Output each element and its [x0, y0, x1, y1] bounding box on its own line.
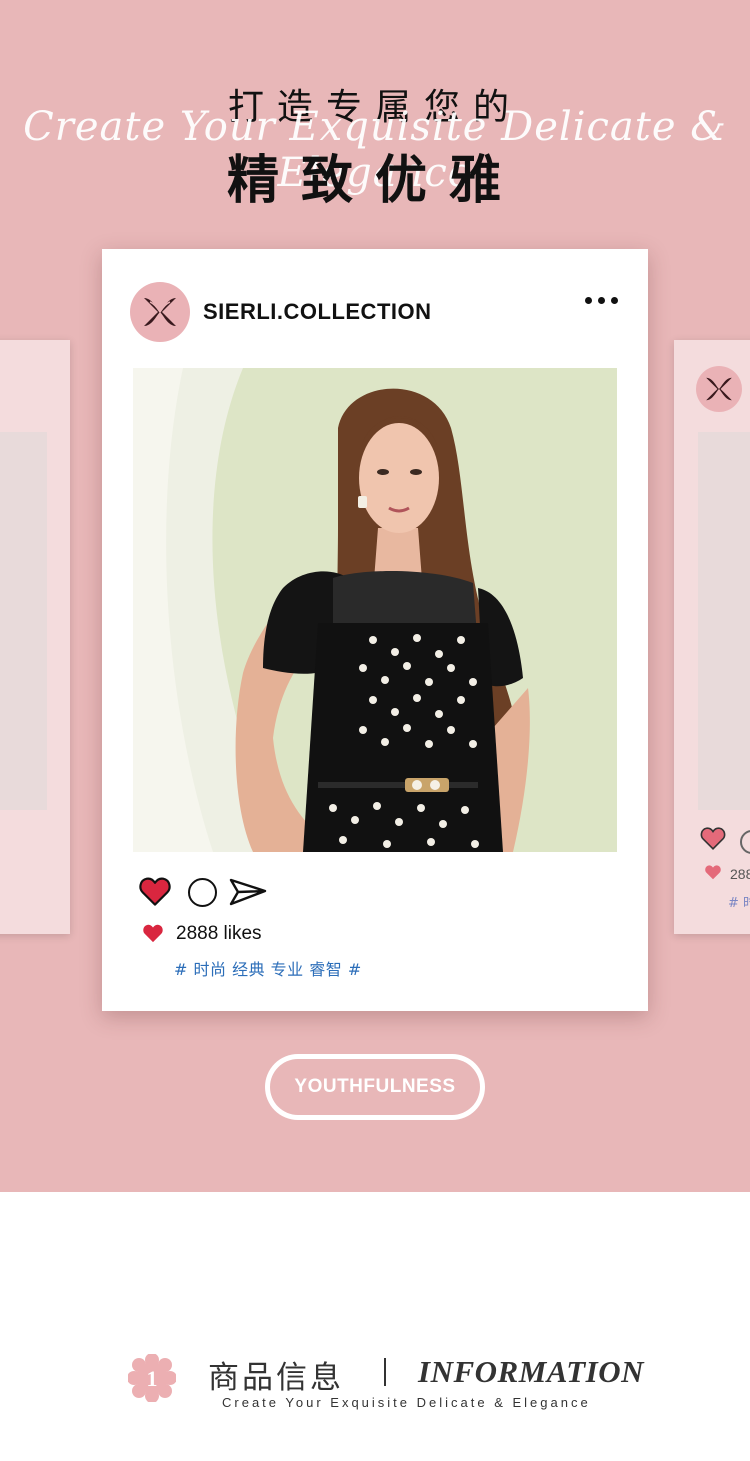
section-divider — [384, 1358, 386, 1386]
post-card: SIERLI.COLLECTION 2888 likes # 时尚 经典 专业 … — [102, 249, 648, 1011]
comment-icon[interactable] — [740, 830, 750, 854]
send-icon[interactable] — [229, 877, 267, 907]
likes-heart-icon — [705, 865, 721, 880]
section-number-flower-icon: 1 — [128, 1354, 176, 1402]
post-photo[interactable] — [133, 368, 617, 852]
likes-count: 2888 likes — [176, 923, 262, 944]
youthfulness-badge[interactable]: YOUTHFULNESS — [265, 1054, 485, 1120]
badge-label: YOUTHFULNESS — [270, 1059, 480, 1115]
heart-icon[interactable] — [138, 876, 172, 906]
headline-large: 精致优雅 — [226, 151, 523, 211]
more-dots-icon[interactable] — [585, 297, 618, 304]
section-title-cn: 商品信息 — [208, 1360, 344, 1396]
brand-logo-icon — [706, 377, 732, 401]
side-post-image-placeholder — [0, 432, 47, 810]
brand-logo-icon — [144, 298, 176, 326]
side-post-image-placeholder — [698, 432, 750, 810]
side-post-card-left[interactable] — [0, 340, 70, 934]
comment-icon[interactable] — [188, 878, 217, 907]
hero-banner: 打造专属您的 Create Your Exquisite Delicate & … — [0, 0, 750, 1192]
heart-icon[interactable] — [700, 826, 726, 850]
side-likes-count: 288 — [730, 866, 750, 882]
side-avatar — [696, 366, 742, 412]
hashtags[interactable]: # 时尚 经典 专业 睿智 # — [174, 956, 362, 980]
likes-heart-icon — [143, 924, 163, 943]
account-name[interactable]: SIERLI.COLLECTION — [203, 299, 432, 325]
section-number: 1 — [147, 1366, 158, 1391]
section-title-en: INFORMATION — [418, 1354, 644, 1389]
model-photo — [133, 368, 617, 852]
side-hashtags[interactable]: # 时 — [728, 892, 750, 911]
account-avatar[interactable] — [130, 282, 190, 342]
side-post-card-right[interactable]: 288 # 时 — [674, 340, 750, 934]
section-subtitle: Create Your Exquisite Delicate & Eleganc… — [222, 1395, 591, 1410]
